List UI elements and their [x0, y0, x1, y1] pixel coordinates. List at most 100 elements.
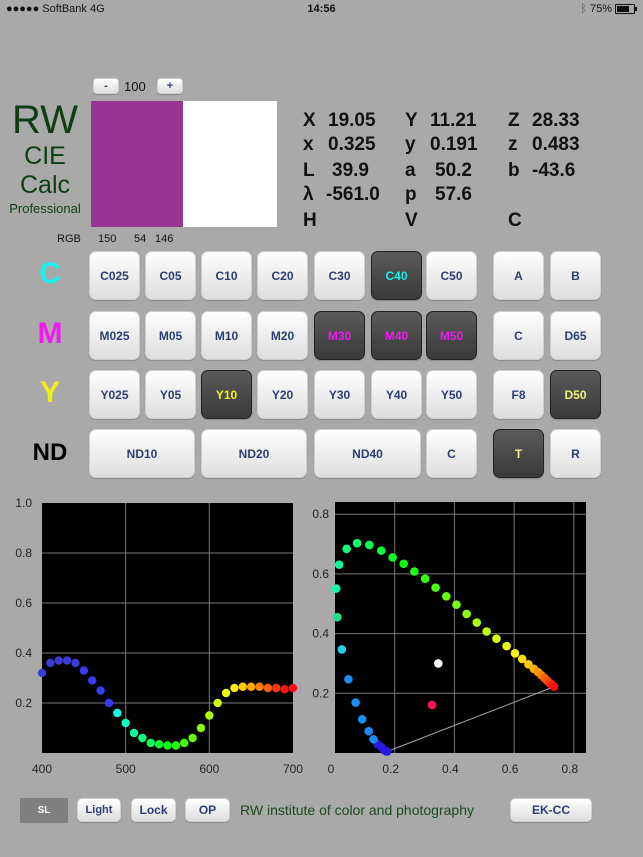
spectral-point: [154, 740, 164, 749]
spectral-point: [213, 698, 222, 708]
filter-button-c30[interactable]: C30: [314, 251, 365, 300]
sample-color-swatch: [91, 101, 183, 227]
filter-button-m10[interactable]: M10: [201, 311, 252, 360]
y-tick-label: 0.6: [312, 567, 329, 581]
filter-button-y40[interactable]: Y40: [371, 370, 422, 419]
locus-point: [442, 591, 451, 601]
filter-button-m025[interactable]: M025: [89, 311, 140, 360]
row-label-y: Y: [39, 376, 60, 409]
row-label-nd: ND: [32, 439, 68, 466]
intensity-plus-button[interactable]: +: [157, 78, 183, 94]
filter-button-y30[interactable]: Y30: [314, 370, 365, 419]
filter-button-y025[interactable]: Y025: [89, 370, 140, 419]
rgb-r-value: 150: [98, 233, 117, 245]
illuminant-button-a[interactable]: A: [493, 251, 544, 300]
y-tick-label: 0.8: [312, 507, 329, 521]
lambda-label: λ: [303, 184, 314, 205]
filter-button-c50[interactable]: C50: [426, 251, 477, 300]
filter-button-c025[interactable]: C025: [89, 251, 140, 300]
x-tick-label: 400: [32, 762, 52, 776]
b-label: b: [508, 160, 520, 181]
spectral-point: [272, 683, 281, 693]
locus-point: [334, 560, 344, 569]
Z-value: 28.33: [532, 110, 580, 131]
illuminant-button-d50[interactable]: D50: [550, 370, 601, 419]
spectral-point: [230, 683, 239, 693]
filter-button-y50[interactable]: Y50: [426, 370, 477, 419]
filter-button-m20[interactable]: M20: [257, 311, 308, 360]
spectral-point: [54, 656, 63, 665]
spectral-point: [171, 741, 181, 750]
spectral-point: [71, 658, 80, 668]
X-label: X: [303, 110, 316, 131]
illuminant-button-d65[interactable]: D65: [550, 311, 601, 360]
locus-point: [502, 641, 511, 651]
nd-button-nd40[interactable]: ND40: [314, 429, 421, 478]
x-tick-label: 0: [328, 762, 335, 776]
nd-button-nd20[interactable]: ND20: [201, 429, 307, 478]
spectral-point: [104, 698, 114, 708]
y-tick-label: 0.4: [15, 646, 32, 660]
filter-button-c05[interactable]: C05: [145, 251, 196, 300]
nd-button-nd10[interactable]: ND10: [89, 429, 195, 478]
filter-button-y20[interactable]: Y20: [257, 370, 308, 419]
X-value: 19.05: [328, 110, 376, 131]
nd-button-c[interactable]: C: [426, 429, 477, 478]
spectral-point: [188, 733, 197, 743]
logo-professional: Professional: [9, 201, 81, 216]
locus-point: [482, 627, 491, 636]
mode-button-r[interactable]: R: [550, 429, 601, 478]
battery-percent: 75%: [589, 3, 612, 15]
filter-button-c20[interactable]: C20: [257, 251, 308, 300]
x-tick-label: 500: [116, 762, 136, 776]
ekcc-button[interactable]: EK-CC: [510, 798, 592, 822]
x-tick-label: 0.6: [502, 762, 519, 776]
battery-icon: [615, 4, 637, 14]
spectral-point: [121, 718, 130, 728]
clock: 14:56: [307, 3, 336, 15]
filter-button-c40[interactable]: C40: [371, 251, 422, 300]
illuminant-button-b[interactable]: B: [550, 251, 601, 300]
mode-button-t[interactable]: T: [493, 429, 544, 478]
spectral-point: [280, 685, 289, 694]
locus-point: [352, 538, 362, 548]
locus-point: [369, 734, 378, 744]
app-logo: RW CIE Calc Professional: [0, 98, 90, 218]
logo-rw: RW: [12, 98, 78, 142]
light-button[interactable]: Light: [77, 798, 121, 822]
locus-point: [420, 574, 430, 583]
x-tick-label: 600: [199, 762, 219, 776]
sl-button[interactable]: SL: [20, 798, 68, 823]
filter-button-m05[interactable]: M05: [145, 311, 196, 360]
spectral-point: [263, 683, 273, 693]
Y-value: 11.21: [430, 110, 477, 131]
spectral-point: [163, 741, 172, 750]
filter-button-y10[interactable]: Y10: [201, 370, 252, 419]
filter-button-m30[interactable]: M30: [314, 311, 365, 360]
battery-area: ᛒ 75%: [580, 3, 637, 15]
spectral-point: [196, 723, 206, 733]
intensity-minus-button[interactable]: -: [93, 78, 119, 94]
locus-point: [410, 567, 419, 576]
lock-button[interactable]: Lock: [131, 798, 176, 822]
locus-point: [333, 612, 342, 622]
locus-point: [331, 584, 341, 593]
locus-point: [549, 682, 559, 692]
spectral-point: [221, 688, 231, 698]
illuminant-button-c[interactable]: C: [493, 311, 544, 360]
op-button[interactable]: OP: [185, 798, 230, 822]
y-tick-label: 1.0: [15, 496, 32, 510]
row-label-m: M: [37, 317, 63, 350]
locus-point: [365, 540, 374, 550]
Z-label: Z: [508, 110, 520, 131]
intensity-value: 100: [124, 79, 146, 94]
locus-point: [342, 544, 351, 554]
illuminant-button-f8[interactable]: F8: [493, 370, 544, 419]
filter-button-m50[interactable]: M50: [426, 311, 477, 360]
filter-button-m40[interactable]: M40: [371, 311, 422, 360]
x-value: 0.325: [328, 134, 376, 155]
spectral-point: [205, 711, 214, 720]
filter-button-c10[interactable]: C10: [201, 251, 252, 300]
locus-point: [364, 726, 374, 736]
filter-button-y05[interactable]: Y05: [145, 370, 196, 419]
